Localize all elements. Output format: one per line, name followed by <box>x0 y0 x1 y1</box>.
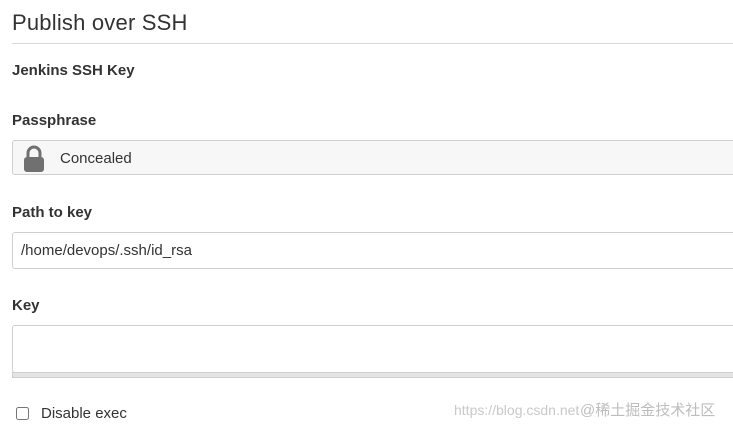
section-divider <box>12 43 733 44</box>
watermark-brand: @稀土掘金技术社区 <box>580 402 716 419</box>
disable-exec-checkbox[interactable] <box>16 407 29 420</box>
publish-over-ssh-panel: Publish over SSH Jenkins SSH Key Passphr… <box>0 0 733 433</box>
jenkins-ssh-key-label: Jenkins SSH Key <box>12 62 135 79</box>
watermark-url: https://blog.csdn.net <box>454 402 580 418</box>
disable-exec-option[interactable]: Disable exec <box>16 405 127 422</box>
passphrase-concealed-field[interactable]: Concealed <box>12 140 733 175</box>
key-textarea[interactable] <box>12 325 733 373</box>
passphrase-value: Concealed <box>60 150 132 167</box>
section-title: Publish over SSH <box>12 10 188 35</box>
lock-icon <box>24 145 44 172</box>
path-to-key-label: Path to key <box>12 204 93 221</box>
disable-exec-label: Disable exec <box>41 405 127 422</box>
textarea-resize-bar[interactable] <box>12 372 733 378</box>
key-label: Key <box>12 297 40 314</box>
path-to-key-input[interactable] <box>12 232 733 269</box>
passphrase-label: Passphrase <box>12 112 97 129</box>
